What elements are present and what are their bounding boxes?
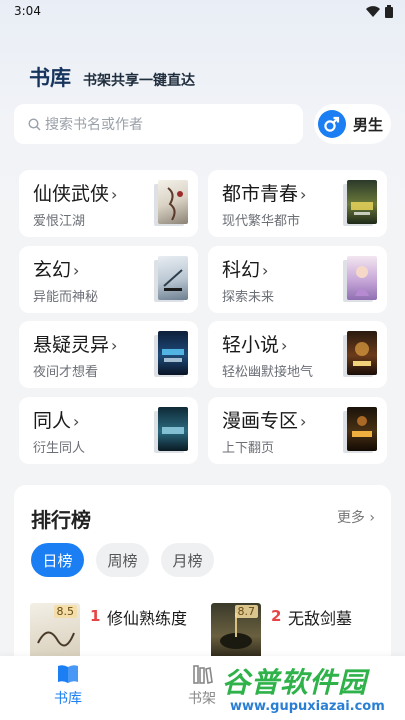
book-cover-image — [158, 331, 188, 375]
book-cover-image — [158, 180, 188, 224]
book-cover-image — [347, 407, 377, 451]
ranked-book-cover[interactable]: 8.5 — [30, 603, 80, 663]
book-score: 8.5 — [53, 605, 77, 618]
status-icons — [366, 5, 393, 18]
page-slogan: 书架共享一键直达 — [83, 73, 195, 89]
chevron-right-icon: › — [281, 336, 288, 355]
category-subtitle: 爱恨江湖 — [33, 214, 86, 229]
category-card-scifi[interactable]: 科幻 › 探索未来 — [208, 246, 387, 313]
category-subtitle: 探索未来 — [222, 290, 275, 305]
tab-weekly[interactable]: 周榜 — [96, 543, 149, 577]
gender-label: 男生 — [353, 115, 384, 134]
chevron-right-icon: › — [111, 336, 118, 355]
book-cover-stack — [154, 407, 188, 455]
book-cover-image — [347, 180, 377, 224]
book-cover-stack — [343, 407, 377, 455]
book-cover-stack — [343, 256, 377, 304]
status-bar: 3:04 — [0, 0, 405, 24]
page-header: 书库 书架共享一键直达 — [29, 62, 195, 92]
category-subtitle: 夜间才想看 — [33, 365, 99, 380]
ranking-more-link[interactable]: 更多 › — [337, 507, 375, 527]
book-title[interactable]: 修仙熟练度 — [107, 605, 187, 629]
book-cover-image — [347, 256, 377, 300]
search-input[interactable]: 搜索书名或作者 — [14, 104, 303, 144]
category-card-light-novel[interactable]: 轻小说 › 轻松幽默接地气 — [208, 321, 387, 388]
category-name: 玄幻 › — [33, 259, 80, 281]
site-watermark: 谷普软件园 www.gupuxiazai.com — [216, 657, 405, 720]
battery-icon — [385, 5, 393, 18]
chevron-right-icon: › — [73, 412, 80, 431]
category-subtitle: 上下翻页 — [222, 441, 275, 456]
category-subtitle: 异能而神秘 — [33, 290, 99, 305]
category-name: 漫画专区 › — [222, 410, 307, 432]
book-cover-image — [347, 331, 377, 375]
book-cover-stack — [154, 180, 188, 228]
ranking-title: 排行榜 — [31, 508, 91, 532]
chevron-right-icon: › — [300, 412, 307, 431]
watermark-logo-text: 谷普软件园 — [222, 666, 368, 699]
chevron-right-icon: › — [111, 185, 118, 204]
ranked-book-cover[interactable]: 8.7 — [211, 603, 261, 663]
gender-toggle-button[interactable]: 男生 — [314, 104, 391, 144]
book-cover-stack — [154, 331, 188, 379]
nav-label: 书架 — [188, 691, 216, 707]
wifi-icon — [366, 6, 380, 17]
book-cover-stack — [343, 180, 377, 228]
chevron-right-icon: › — [73, 261, 80, 280]
book-score: 8.7 — [234, 605, 258, 618]
nav-label: 书库 — [54, 691, 82, 707]
category-name: 悬疑灵异 › — [33, 334, 118, 356]
category-card-comics[interactable]: 漫画专区 › 上下翻页 — [208, 397, 387, 464]
chevron-right-icon: › — [300, 185, 307, 204]
bookshelf-icon — [193, 665, 213, 684]
book-rank-number: 2 — [271, 607, 282, 625]
status-time: 3:04 — [14, 4, 41, 18]
category-subtitle: 现代繁华都市 — [222, 214, 301, 229]
category-subtitle: 衍生同人 — [33, 441, 86, 456]
book-rank-number: 1 — [90, 607, 101, 625]
category-name: 仙侠武侠 › — [33, 183, 118, 205]
book-cover-stack — [343, 331, 377, 379]
category-card-fanfic[interactable]: 同人 › 衍生同人 — [19, 397, 198, 464]
chevron-right-icon: › — [262, 261, 269, 280]
category-name: 同人 › — [33, 410, 80, 432]
category-name: 轻小说 › — [222, 334, 288, 356]
chevron-right-icon: › — [369, 510, 375, 526]
category-subtitle: 轻松幽默接地气 — [222, 365, 314, 380]
search-icon — [28, 117, 41, 130]
category-card-xianxia[interactable]: 仙侠武侠 › 爱恨江湖 — [19, 170, 198, 237]
search-placeholder: 搜索书名或作者 — [45, 117, 143, 133]
tab-daily[interactable]: 日榜 — [31, 543, 84, 577]
book-cover-image — [158, 256, 188, 300]
book-open-icon — [58, 665, 78, 683]
nav-item-library[interactable]: 书库 — [38, 664, 98, 708]
category-card-xuanhuan[interactable]: 玄幻 › 异能而神秘 — [19, 246, 198, 313]
watermark-url: www.gupuxiazai.com — [230, 699, 385, 714]
male-icon — [318, 110, 346, 138]
category-card-suspense[interactable]: 悬疑灵异 › 夜间才想看 — [19, 321, 198, 388]
category-card-urban[interactable]: 都市青春 › 现代繁华都市 — [208, 170, 387, 237]
category-name: 科幻 › — [222, 259, 269, 281]
book-cover-stack — [154, 256, 188, 304]
page-title: 书库 — [29, 66, 71, 90]
tab-monthly[interactable]: 月榜 — [161, 543, 214, 577]
category-name: 都市青春 › — [222, 183, 307, 205]
book-cover-image — [158, 407, 188, 451]
book-title[interactable]: 无敌剑墓 — [288, 605, 352, 629]
